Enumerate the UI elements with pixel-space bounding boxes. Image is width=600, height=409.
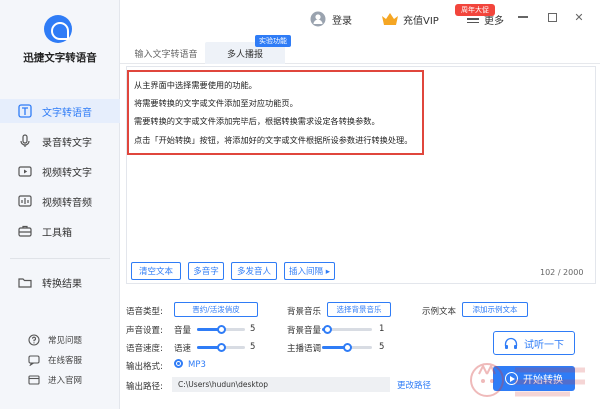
- tab-bar: 输入文字转语音 多人播报: [120, 38, 600, 64]
- online-service-label: 在线客服: [48, 356, 83, 366]
- login-label: 登录: [332, 15, 352, 27]
- multi-speaker-button[interactable]: 多发音人: [231, 262, 277, 280]
- maximize-button[interactable]: [545, 10, 559, 24]
- video-audio-icon: [18, 194, 32, 208]
- vip-button[interactable]: 充值VIP: [381, 8, 439, 30]
- tone-value: 5: [379, 342, 385, 352]
- sidebar-item-video-to-text[interactable]: 视频转文字: [0, 159, 120, 183]
- insert-pause-button[interactable]: 插入间隔 ▸: [284, 262, 335, 280]
- sidebar-item-toolbox[interactable]: 工具箱: [0, 219, 120, 243]
- bg-volume-slider-knob[interactable]: [323, 325, 332, 334]
- editor-line: 从主界面中选择需要使用的功能。: [134, 80, 257, 90]
- sidebar-item-text-to-speech[interactable]: 文字转语音: [0, 99, 120, 123]
- bg-volume-label: 背景音量: [287, 326, 322, 336]
- sound-settings-label: 声音设置:: [126, 326, 163, 336]
- video-icon: [18, 164, 32, 178]
- voice-type-button[interactable]: 晋约/活泼俏皮: [174, 302, 258, 317]
- service-icon: [28, 354, 40, 366]
- faq-link[interactable]: 常见问题: [0, 331, 120, 349]
- change-path-link[interactable]: 更改路径: [397, 379, 431, 391]
- tone-label: 主播语调: [287, 344, 322, 354]
- bg-music-label: 背景音乐: [287, 307, 322, 317]
- website-link[interactable]: 进入官网: [0, 371, 120, 389]
- listen-label: 试听一下: [524, 339, 564, 351]
- vip-promo-badge: 周年大促: [455, 4, 495, 16]
- volume-value: 5: [250, 324, 256, 334]
- minimize-icon: [518, 16, 528, 18]
- clear-text-button[interactable]: 清空文本: [131, 262, 181, 280]
- headphones-icon: [504, 337, 518, 349]
- speech-speed-label: 语音速度:: [126, 344, 163, 354]
- volume-label: 音量: [174, 326, 192, 336]
- result-folder-icon: [18, 275, 32, 289]
- login-button[interactable]: 登录: [310, 8, 352, 30]
- mp3-label: MP3: [188, 360, 206, 370]
- microphone-icon: [18, 134, 32, 148]
- tab-input-text-to-speech[interactable]: 输入文字转语音: [130, 42, 202, 64]
- output-path-label: 输出路径:: [126, 382, 163, 392]
- speed-sublabel: 语速: [174, 344, 192, 354]
- close-button[interactable]: ✕: [572, 10, 586, 24]
- app-logo-icon: [44, 15, 72, 43]
- example-text-label: 示例文本: [422, 307, 457, 317]
- sidebar-item-label: 转换结果: [42, 278, 82, 290]
- output-format-label: 输出格式:: [126, 362, 163, 372]
- speed-slider-knob[interactable]: [217, 343, 226, 352]
- sidebar-divider: [10, 258, 110, 259]
- sidebar-item-video-to-audio[interactable]: 视频转音频: [0, 189, 120, 213]
- sidebar-item-label: 视频转文字: [42, 167, 92, 179]
- top-bar: 登录 充值VIP 更多 ✕: [120, 0, 600, 38]
- sidebar-item-recording-to-text[interactable]: 录音转文字: [0, 129, 120, 153]
- watermark-icon: [470, 363, 585, 397]
- editor-line: 需要转换的文字或文件添加完毕后，根据转换需求设定各转换参数。: [134, 116, 380, 126]
- sidebar-item-results[interactable]: 转换结果: [0, 270, 120, 294]
- sidebar-item-label: 视频转音频: [42, 197, 92, 209]
- speed-value: 5: [250, 342, 256, 352]
- faq-label: 常见问题: [48, 336, 83, 346]
- sidebar: 迅捷文字转语音 文字转语音 录音转文字 视频转文字 视频转音频 工具箱 转换结果…: [0, 0, 120, 409]
- toolbox-icon: [18, 224, 32, 238]
- output-path-field[interactable]: C:\Users\hudun\desktop: [172, 377, 390, 392]
- polyphonic-button[interactable]: 多音字: [188, 262, 224, 280]
- minimize-button[interactable]: [516, 10, 530, 24]
- maximize-icon: [547, 12, 557, 22]
- select-bg-music-button[interactable]: 选择背景音乐: [327, 302, 391, 317]
- add-example-text-button[interactable]: 添加示例文本: [462, 302, 528, 317]
- editor-line: 将需要转换的文字或文件添加至对应功能页。: [134, 98, 298, 108]
- user-icon: [310, 11, 326, 27]
- app-title: 迅捷文字转语音: [23, 52, 97, 64]
- sidebar-item-label: 文字转语音: [42, 107, 92, 119]
- text-icon: [18, 104, 32, 118]
- close-icon: ✕: [574, 10, 584, 24]
- character-counter: 102 / 2000: [540, 268, 584, 277]
- experimental-badge: 实验功能: [255, 35, 291, 47]
- sidebar-item-label: 工具箱: [42, 227, 72, 239]
- mp3-radio[interactable]: [174, 359, 183, 368]
- sidebar-item-label: 录音转文字: [42, 137, 92, 149]
- vip-label: 充值VIP: [403, 15, 439, 27]
- bg-volume-value: 1: [379, 324, 385, 334]
- crown-icon: [382, 13, 398, 25]
- volume-slider-knob[interactable]: [217, 325, 226, 334]
- online-service-link[interactable]: 在线客服: [0, 351, 120, 369]
- editor-line: 点击「开始转换」按钮，将添加好的文字或文件根据所设参数进行转换处理。: [134, 135, 413, 145]
- website-icon: [28, 374, 40, 386]
- website-label: 进入官网: [48, 376, 83, 386]
- voice-type-label: 语音类型:: [126, 307, 163, 317]
- question-icon: [28, 334, 40, 346]
- tone-slider-knob[interactable]: [343, 343, 352, 352]
